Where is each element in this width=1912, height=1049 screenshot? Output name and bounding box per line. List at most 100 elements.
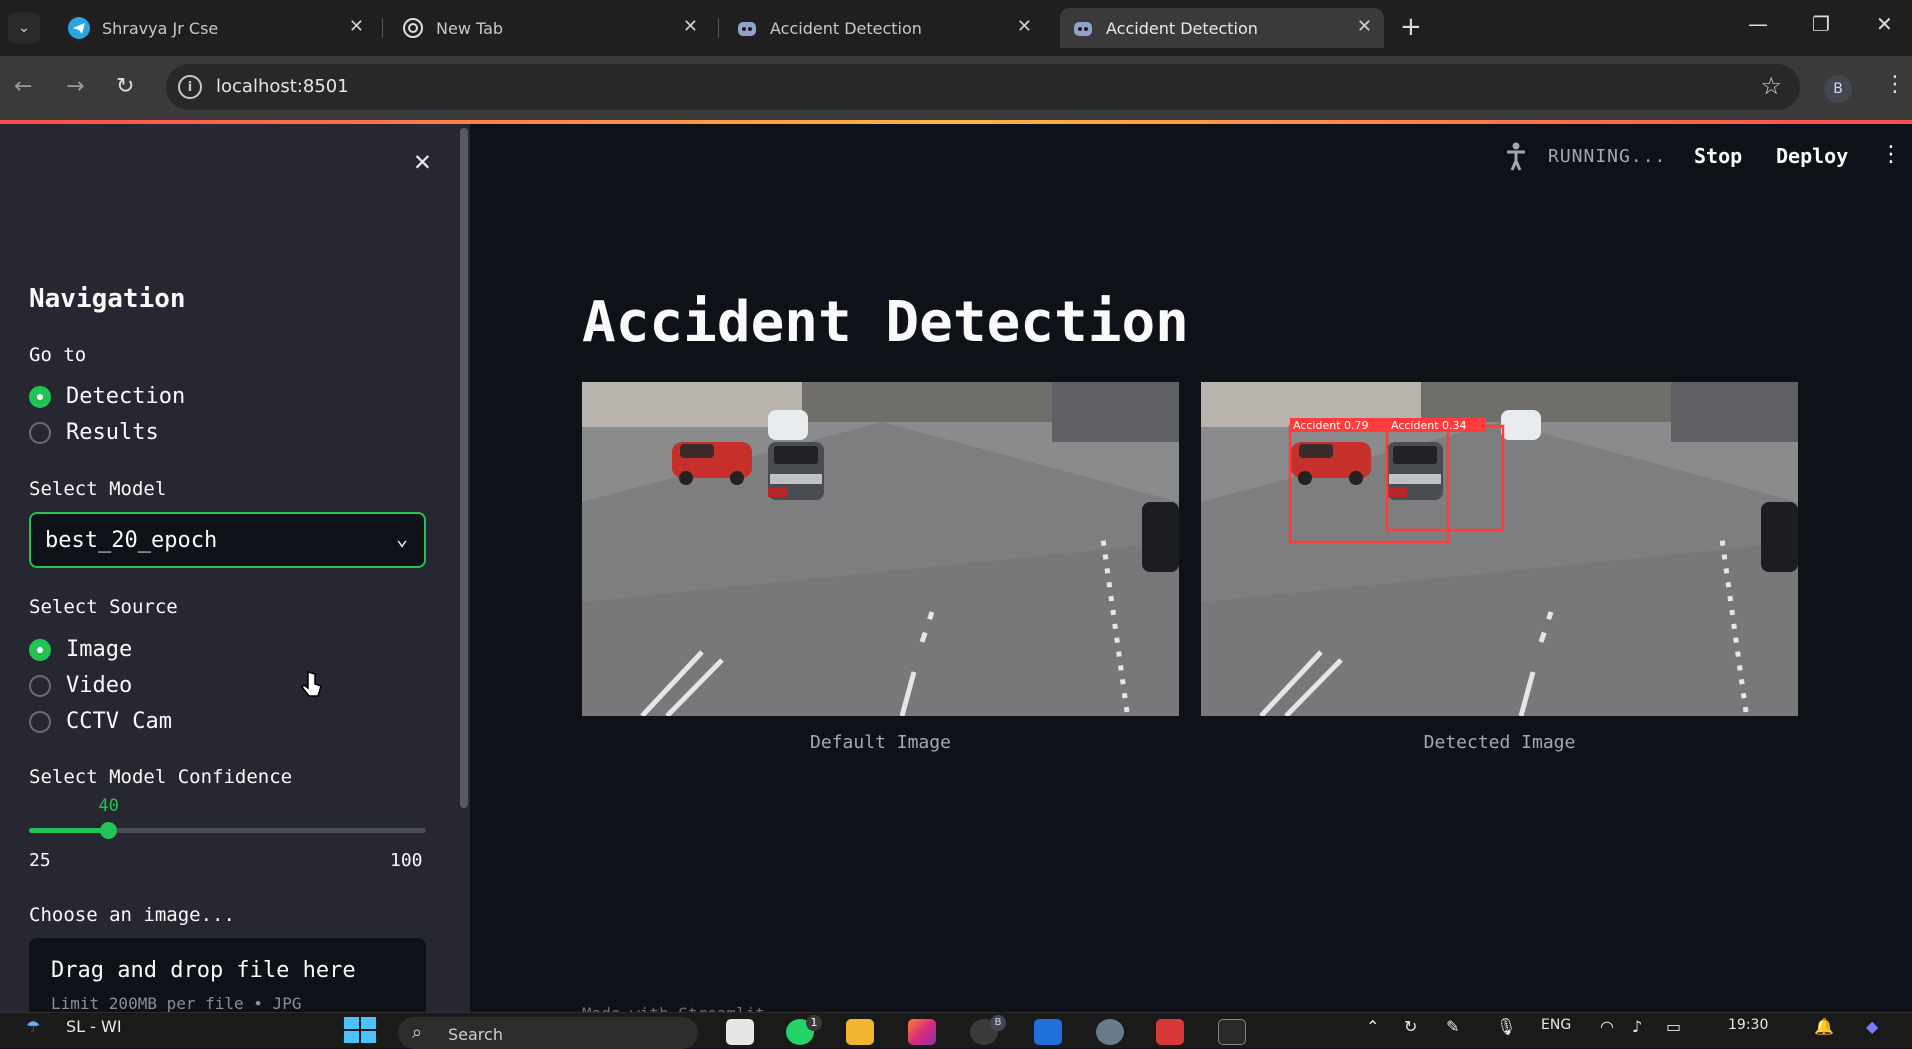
- detected-image-caption: Detected Image: [1423, 732, 1576, 753]
- copilot-icon[interactable]: ◆: [1866, 1017, 1878, 1036]
- task-view-icon[interactable]: [726, 1019, 754, 1045]
- instagram-icon[interactable]: [908, 1019, 936, 1045]
- sidebar: ✕ Navigation Go to Detection Results Sel…: [0, 124, 470, 1012]
- battery-icon[interactable]: ▭: [1666, 1017, 1681, 1036]
- browser-menu-icon[interactable]: ⋮: [1884, 72, 1906, 97]
- mouse-pointer-hand-icon: [301, 671, 322, 697]
- browser-tab-0[interactable]: Shravya Jr Cse ✕: [56, 8, 376, 48]
- volume-icon[interactable]: ♪: [1632, 1017, 1642, 1036]
- nav-option-detection[interactable]: Detection: [29, 384, 185, 409]
- browser-tab-2[interactable]: Accident Detection ✕: [724, 8, 1044, 48]
- model-select-value: best_20_epoch: [45, 528, 218, 553]
- notifications-bell-icon[interactable]: 🔔: [1814, 1017, 1834, 1036]
- weather-icon[interactable]: ☂: [26, 1017, 40, 1036]
- wifi-icon[interactable]: ◠: [1600, 1017, 1614, 1036]
- footer-text[interactable]: Made with Streamlit: [582, 1004, 765, 1012]
- sidebar-close-icon[interactable]: ✕: [414, 144, 431, 177]
- minimize-icon[interactable]: —: [1748, 12, 1768, 36]
- slider-fill: [29, 828, 109, 833]
- chevron-down-icon[interactable]: ⌄: [396, 526, 408, 550]
- file-dropzone[interactable]: Drag and drop file here Limit 200MB per …: [29, 938, 426, 1012]
- detection-label-1: Accident 0.79: [1293, 419, 1369, 432]
- tab-separator: [718, 18, 719, 38]
- address-bar[interactable]: i localhost:8501 ☆: [166, 64, 1800, 110]
- main-content: RUNNING... Stop Deploy ⋮ Accident Detect…: [470, 124, 1912, 1012]
- tab-title: New Tab: [436, 18, 504, 38]
- settings-gear-icon[interactable]: [1096, 1019, 1124, 1045]
- back-icon[interactable]: ←: [14, 74, 32, 99]
- browser-tab-1[interactable]: New Tab ✕: [390, 8, 710, 48]
- browser-tab-3[interactable]: Accident Detection ✕: [1060, 8, 1384, 48]
- radio-selected-icon: [29, 385, 51, 408]
- select-source-label: Select Source: [29, 596, 178, 618]
- close-icon[interactable]: ✕: [1357, 16, 1372, 37]
- bookmark-star-icon[interactable]: ☆: [1760, 72, 1782, 100]
- radio-unselected-icon: [29, 421, 51, 444]
- browser-tabstrip: ⌄ Shravya Jr Cse ✕ New Tab ✕ Accident De…: [0, 0, 1912, 56]
- profile-avatar[interactable]: B: [1824, 75, 1852, 103]
- address-text[interactable]: localhost:8501: [216, 76, 349, 97]
- default-image: [582, 382, 1179, 716]
- weather-text[interactable]: SL - WI: [66, 1017, 122, 1036]
- default-image-caption: Default Image: [810, 732, 951, 753]
- source-option-video[interactable]: Video: [29, 673, 132, 698]
- source-option-image[interactable]: Image: [29, 637, 132, 662]
- window-close-icon[interactable]: ✕: [1876, 12, 1893, 36]
- site-info-icon[interactable]: i: [178, 75, 202, 99]
- radio-unselected-icon: [29, 674, 51, 697]
- taskbar-search-text: Search: [448, 1025, 503, 1044]
- pen-icon[interactable]: ✎: [1446, 1017, 1459, 1036]
- tab-title: Shravya Jr Cse: [102, 18, 219, 38]
- file-explorer-icon[interactable]: [846, 1019, 874, 1045]
- nav-option-results[interactable]: Results: [29, 420, 159, 445]
- tab-search-button[interactable]: ⌄: [8, 12, 40, 44]
- document-app-icon[interactable]: [1156, 1019, 1184, 1045]
- store-icon[interactable]: [1034, 1019, 1062, 1045]
- app-menu-icon[interactable]: ⋮: [1880, 142, 1902, 167]
- model-select[interactable]: best_20_epoch ⌄: [29, 512, 426, 568]
- tray-chevron-up-icon[interactable]: ⌃: [1366, 1017, 1379, 1036]
- chevron-down-icon: ⌄: [18, 20, 30, 36]
- sync-icon[interactable]: ↻: [1404, 1017, 1417, 1036]
- terminal-icon[interactable]: [1218, 1019, 1246, 1045]
- taskbar-search[interactable]: ⌕ Search: [398, 1017, 698, 1049]
- confidence-value: 40: [98, 796, 119, 816]
- status-text: RUNNING...: [1548, 146, 1667, 167]
- running-person-icon: [1504, 142, 1528, 179]
- slider-max-label: 100: [390, 850, 423, 871]
- tab-title: Accident Detection: [770, 18, 922, 38]
- radio-label: Detection: [66, 384, 186, 409]
- restore-icon[interactable]: ❐: [1812, 12, 1830, 36]
- sidebar-scrollbar[interactable]: [460, 128, 468, 808]
- dropzone-title: Drag and drop file here: [51, 958, 356, 983]
- start-windows-icon[interactable]: [344, 1017, 376, 1047]
- confidence-label: Select Model Confidence: [29, 766, 293, 788]
- detection-label-2: Accident 0.34: [1391, 419, 1467, 432]
- slider-min-label: 25: [29, 850, 51, 871]
- chrome-profile-badge: B: [990, 1015, 1006, 1031]
- tab-title: Accident Detection: [1106, 18, 1258, 38]
- chrome-icon: [402, 17, 424, 39]
- microphone-icon[interactable]: 🎙: [1496, 1017, 1516, 1036]
- page-title: Accident Detection: [582, 290, 1189, 355]
- confidence-slider[interactable]: [29, 822, 426, 839]
- language-indicator[interactable]: ENG: [1541, 1017, 1571, 1033]
- radio-label: Image: [66, 637, 133, 662]
- close-icon[interactable]: ✕: [1017, 16, 1032, 37]
- close-icon[interactable]: ✕: [683, 16, 698, 37]
- slider-thumb[interactable]: [100, 822, 118, 839]
- forward-icon[interactable]: →: [66, 74, 84, 99]
- dropzone-subtitle: Limit 200MB per file • JPG: [51, 994, 302, 1012]
- clock-time[interactable]: 19:30: [1728, 1017, 1768, 1033]
- tab-separator: [382, 18, 383, 38]
- new-tab-button[interactable]: +: [1400, 12, 1422, 42]
- robot-icon: [736, 17, 758, 39]
- source-option-cctv[interactable]: CCTV Cam: [29, 709, 172, 734]
- stop-button[interactable]: Stop: [1694, 144, 1742, 168]
- deploy-button[interactable]: Deploy: [1776, 144, 1848, 168]
- detected-image: Accident 0.79 Accident 0.34: [1201, 382, 1798, 716]
- close-icon[interactable]: ✕: [349, 16, 364, 37]
- radio-label: Video: [66, 673, 133, 698]
- radio-unselected-icon: [29, 710, 51, 733]
- reload-icon[interactable]: ↻: [116, 74, 134, 99]
